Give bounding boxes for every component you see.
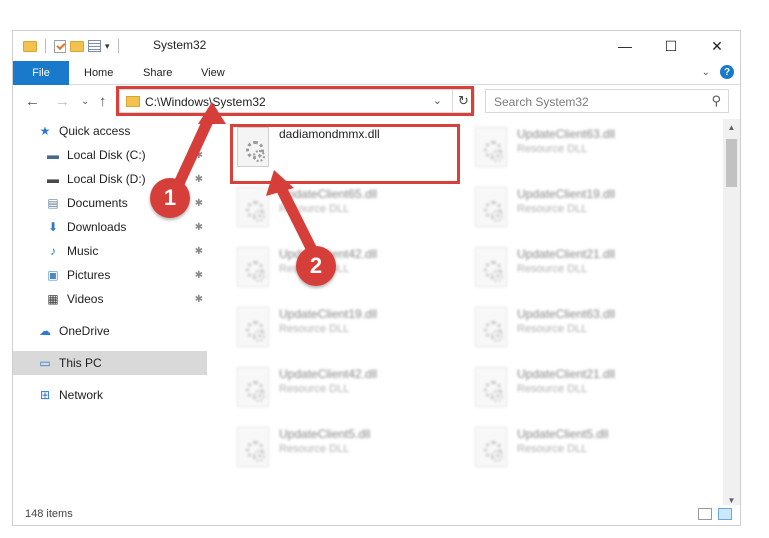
step-badge-2: 2 (296, 246, 336, 286)
annotation-arrows (170, 102, 322, 264)
step-badge-1: 1 (150, 178, 190, 218)
arrow-head-1 (198, 102, 226, 124)
